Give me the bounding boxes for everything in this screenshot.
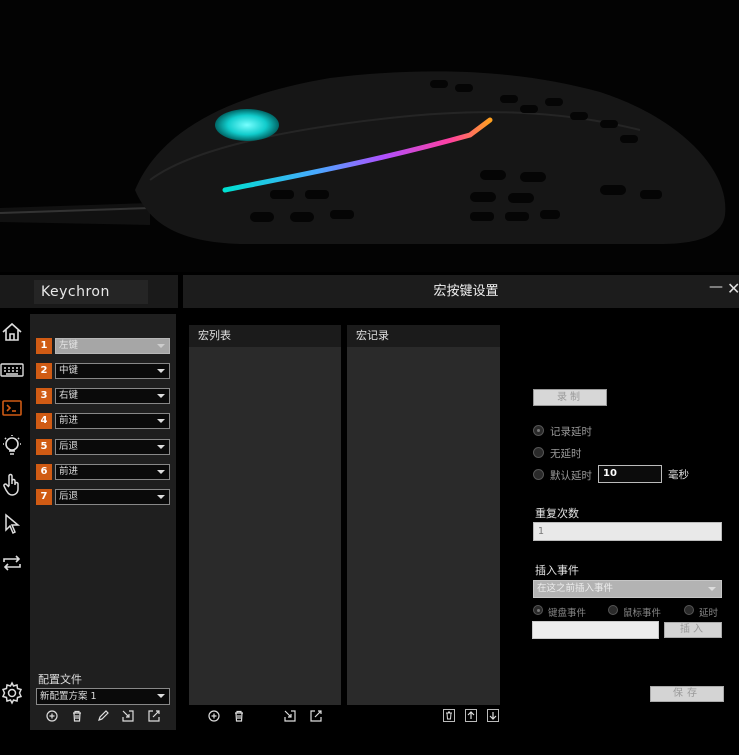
close-button[interactable]: ✕ [727,279,739,298]
record-button-label: 录制 [557,392,583,403]
chevron-down-icon [157,694,165,698]
repeat-arrows-icon[interactable] [0,551,24,575]
button-1-assignment-value: 左键 [59,340,79,351]
minimize-button[interactable]: — [709,279,723,295]
move-up-icon[interactable] [465,709,477,722]
repeat-count-label: 重复次数 [535,507,579,520]
chevron-down-icon [157,369,165,373]
repeat-count-input[interactable]: 1 [533,522,722,541]
button-row-4: 4 前进 [36,413,170,429]
radio-selected-icon [533,605,543,615]
event-type-label: 鼠标事件 [623,608,662,619]
keyboard-icon[interactable] [0,358,24,382]
insert-event-label: 插入事件 [535,564,579,577]
button-number-badge: 3 [36,388,52,404]
add-macro-icon[interactable] [207,709,221,723]
button-number-badge: 7 [36,489,52,505]
macro-record-header: 宏记录 [347,325,500,347]
button-number-badge: 5 [36,439,52,455]
macro-list-panel: 宏列表 [189,325,341,705]
profile-label: 配置文件 [38,673,82,686]
save-button[interactable]: 保存 [650,686,724,702]
button-2-assignment-select[interactable]: 中键 [55,363,170,379]
settings-gear-icon[interactable] [0,681,24,705]
insert-button-label: 插入 [680,624,706,635]
button-4-assignment-select[interactable]: 前进 [55,413,170,429]
button-7-assignment-select[interactable]: 后退 [55,489,170,505]
event-type-label: 键盘事件 [548,608,587,619]
button-5-assignment-value: 后退 [59,441,79,452]
delay-unit-label: 毫秒 [668,469,689,481]
export-macro-icon[interactable] [309,709,323,723]
button-3-assignment-select[interactable]: 右键 [55,388,170,404]
edit-profile-icon[interactable] [96,709,110,723]
delay-option-label: 无延时 [550,448,582,460]
profile-select[interactable]: 新配置方案 1 [36,688,170,705]
button-number-badge: 1 [36,338,52,354]
move-down-icon[interactable] [487,709,499,722]
keychron-logo: Keychron [34,280,148,304]
radio-icon [533,447,544,458]
window-title-bar: 宏按键设置 — ✕ [183,275,739,308]
chevron-down-icon [157,470,165,474]
macro-list-header: 宏列表 [189,325,341,347]
radio-icon [608,605,618,615]
record-button[interactable]: 录制 [533,389,607,406]
insert-event-input[interactable] [532,621,659,639]
macro-terminal-icon[interactable] [0,396,24,420]
radio-icon [533,469,544,480]
import-profile-icon[interactable] [121,709,135,723]
button-3-assignment-value: 右键 [59,390,79,401]
button-row-7: 7 后退 [36,489,170,505]
button-6-assignment-select[interactable]: 前进 [55,464,170,480]
radio-selected-icon [533,425,544,436]
delay-option-label: 记录延时 [550,426,592,438]
lighting-bulb-icon[interactable] [0,434,24,458]
macro-record-body[interactable] [347,347,500,705]
button-7-assignment-value: 后退 [59,491,79,502]
delete-profile-icon[interactable] [70,709,84,723]
insert-position-value: 在这之前插入事件 [537,583,614,594]
delete-record-icon[interactable] [443,709,455,722]
chevron-down-icon [157,344,165,348]
button-row-1: 1 左键 [36,338,170,354]
button-row-2: 2 中键 [36,363,170,379]
button-row-6: 6 前进 [36,464,170,480]
button-1-assignment-select[interactable]: 左键 [55,338,170,354]
button-row-3: 3 右键 [36,388,170,404]
button-number-badge: 4 [36,413,52,429]
delete-macro-icon[interactable] [232,709,246,723]
add-profile-icon[interactable] [45,709,59,723]
mouse-product-image [0,0,739,272]
gesture-hand-icon[interactable] [0,473,24,497]
chevron-down-icon [157,495,165,499]
insert-position-select[interactable]: 在这之前插入事件 [533,580,722,598]
chevron-down-icon [157,394,165,398]
button-number-badge: 6 [36,464,52,480]
button-2-assignment-value: 中键 [59,365,79,376]
chevron-down-icon [157,419,165,423]
insert-button[interactable]: 插入 [664,622,722,638]
button-row-5: 5 后退 [36,439,170,455]
default-delay-input[interactable]: 10 [598,465,662,483]
profile-selected-value: 新配置方案 1 [40,691,97,702]
button-5-assignment-select[interactable]: 后退 [55,439,170,455]
button-4-assignment-value: 前进 [59,415,79,426]
import-macro-icon[interactable] [283,709,297,723]
window-title: 宏按键设置 [433,284,499,299]
chevron-down-icon [157,445,165,449]
delay-option-label: 默认延时 [550,470,592,482]
home-icon[interactable] [0,320,24,344]
pointer-cursor-icon[interactable] [0,512,24,536]
radio-icon [684,605,694,615]
chevron-down-icon [708,587,716,591]
macro-record-panel: 宏记录 [347,325,500,705]
macro-list-body[interactable] [189,347,341,705]
button-6-assignment-value: 前进 [59,466,79,477]
export-profile-icon[interactable] [147,709,161,723]
event-type-label: 延时 [699,608,719,619]
button-number-badge: 2 [36,363,52,379]
